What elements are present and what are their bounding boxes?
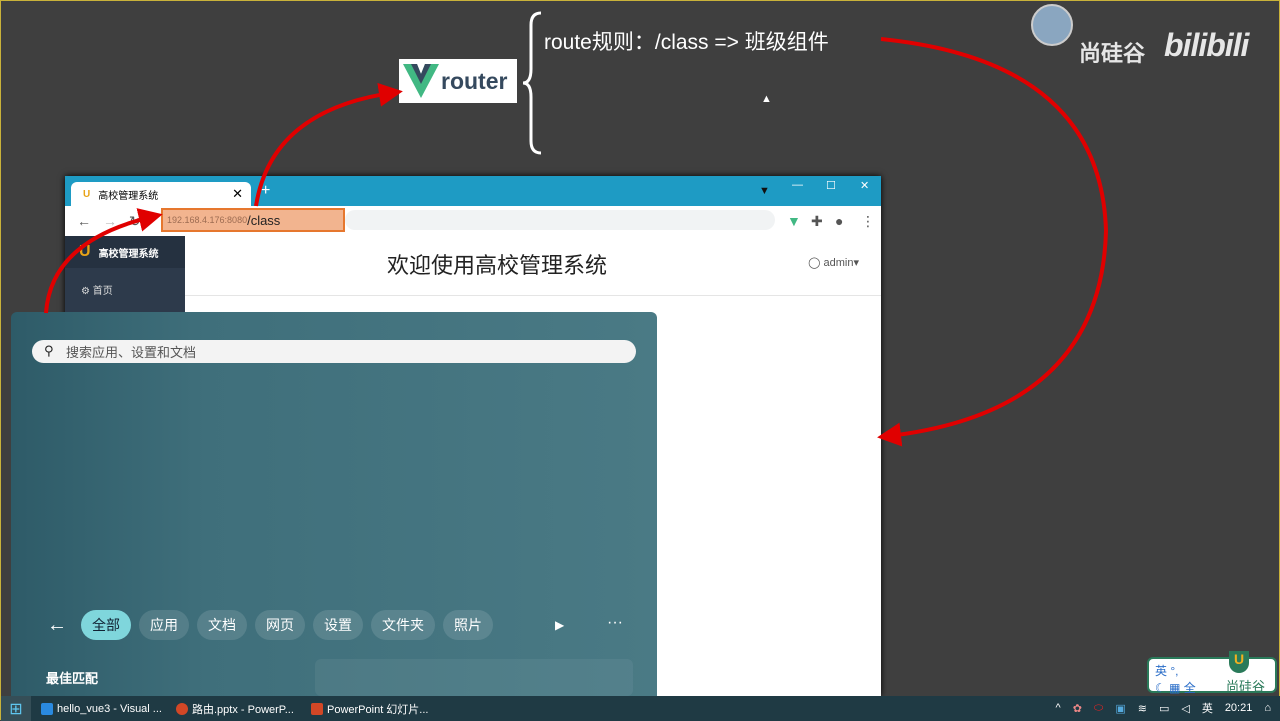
filter-web[interactable]: 网页 bbox=[255, 610, 305, 640]
filter-chips: ← 全部 应用 文档 网页 设置 文件夹 照片 bbox=[47, 610, 493, 640]
tray-app-icon[interactable]: ✿ bbox=[1073, 702, 1082, 715]
filter-docs[interactable]: 文档 bbox=[197, 610, 247, 640]
tray-record-icon[interactable]: ⬭ bbox=[1094, 702, 1103, 715]
reload-icon[interactable]: ↻ bbox=[129, 213, 141, 230]
tab-search-icon[interactable]: ▼ bbox=[759, 185, 770, 197]
app-logo-icon: U bbox=[79, 243, 91, 260]
app-header: 欢迎使用高校管理系统 ◯ admin▾ bbox=[185, 236, 881, 296]
tray-app2-icon[interactable]: ▣ bbox=[1115, 702, 1125, 715]
taskbar-vscode[interactable]: hello_vue3 - Visual ... bbox=[41, 702, 166, 715]
wifi-icon[interactable]: ≋ bbox=[1138, 702, 1147, 715]
filter-photos[interactable]: 照片 bbox=[443, 610, 493, 640]
curly-brace bbox=[522, 11, 542, 155]
tab-title: 高校管理系统 bbox=[98, 190, 159, 202]
tray-expand-icon[interactable]: ^ bbox=[1056, 702, 1061, 714]
vscode-icon bbox=[41, 702, 53, 715]
filter-folders[interactable]: 文件夹 bbox=[371, 610, 435, 640]
bilibili-logo: bilibili bbox=[1164, 27, 1249, 63]
volume-icon[interactable]: ◁ bbox=[1181, 702, 1189, 715]
maximize-button[interactable]: ☐ bbox=[826, 179, 836, 192]
notification-icon[interactable]: ⌂ bbox=[1264, 702, 1271, 714]
brand-watermark: 尚硅谷 bbox=[1079, 41, 1146, 66]
close-tab-icon[interactable]: ✕ bbox=[232, 186, 243, 202]
taskbar-pptx[interactable]: 路由.pptx - PowerP... bbox=[176, 701, 301, 717]
slideshow-icon bbox=[311, 702, 323, 715]
sidebar-header: U 高校管理系统 bbox=[65, 236, 185, 268]
forward-icon[interactable]: → bbox=[103, 213, 117, 229]
arrow-rule-to-page bbox=[877, 37, 1109, 447]
system-tray: ^ ✿ ⬭ ▣ ≋ ▭ ◁ 英 20:21 ⌂ bbox=[1056, 700, 1271, 716]
user-menu[interactable]: ◯ admin▾ bbox=[808, 256, 859, 269]
best-match-card[interactable] bbox=[315, 659, 633, 696]
route-rule-text: route规则：/class => 班级组件 bbox=[544, 31, 829, 54]
filter-apps[interactable]: 应用 bbox=[139, 610, 189, 640]
back-arrow-icon[interactable]: ← bbox=[47, 614, 67, 637]
taskbar-slideshow[interactable]: PowerPoint 幻灯片... bbox=[311, 701, 436, 717]
search-input[interactable]: ⚲ 搜索应用、设置和文档 bbox=[32, 340, 636, 363]
best-match-heading: 最佳匹配 bbox=[46, 671, 99, 686]
ime-brand: 尚硅谷 bbox=[1225, 679, 1265, 694]
profile-icon[interactable]: ● bbox=[835, 213, 843, 229]
router-logo-text: router bbox=[441, 67, 508, 94]
ime-logo-icon: U bbox=[1229, 651, 1249, 673]
favicon-icon: U bbox=[83, 188, 91, 200]
search-icon: ⚲ bbox=[44, 343, 54, 358]
close-window-button[interactable]: ✕ bbox=[860, 179, 869, 192]
page-title: 欢迎使用高校管理系统 bbox=[387, 253, 608, 278]
ime-toolbar[interactable]: 英 °, ☾ ▦ 全 U 尚硅谷 bbox=[1147, 651, 1277, 695]
start-menu-search: ⚲ 搜索应用、设置和文档 ← 全部 应用 文档 网页 设置 文件夹 照片 ▶ ··… bbox=[11, 312, 657, 696]
back-icon[interactable]: ← bbox=[77, 213, 91, 229]
battery-icon[interactable]: ▭ bbox=[1159, 702, 1169, 715]
windows-start-icon[interactable]: ⊞ bbox=[1, 696, 31, 721]
clock[interactable]: 20:21 bbox=[1225, 702, 1253, 714]
tab-bar: U 高校管理系统 ✕ + ▼ — ☐ ✕ bbox=[65, 176, 881, 206]
more-filters-play-icon[interactable]: ▶ bbox=[555, 618, 564, 632]
vue-logo-icon bbox=[403, 64, 439, 98]
filter-all[interactable]: 全部 bbox=[81, 610, 131, 640]
vue-router-logo: router bbox=[399, 59, 517, 103]
language-indicator[interactable]: 英 bbox=[1202, 700, 1213, 716]
mouse-cursor-icon: ▲ bbox=[761, 93, 772, 105]
browser-tab[interactable]: U 高校管理系统 ✕ bbox=[71, 182, 251, 206]
sidebar-item-home[interactable]: ⚙ 首页 bbox=[65, 268, 185, 297]
more-options-icon[interactable]: ··· bbox=[607, 614, 623, 632]
minimize-button[interactable]: — bbox=[792, 179, 803, 191]
url-field[interactable]: 192.168.4.176:8080/class bbox=[161, 208, 345, 232]
extensions-icon[interactable]: ✚ bbox=[811, 213, 823, 230]
presenter-avatar bbox=[1031, 4, 1073, 46]
filter-settings[interactable]: 设置 bbox=[313, 610, 363, 640]
address-bar: ← → ↻ 192.168.4.176:8080/class ▼ ✚ ● ⋮ bbox=[65, 206, 881, 236]
taskbar: ⊞ hello_vue3 - Visual ... 路由.pptx - Powe… bbox=[1, 696, 1280, 721]
menu-icon[interactable]: ⋮ bbox=[861, 213, 875, 230]
vue-devtools-icon[interactable]: ▼ bbox=[787, 213, 801, 229]
new-tab-button[interactable]: + bbox=[261, 182, 270, 200]
omnibox[interactable] bbox=[345, 210, 775, 230]
powerpoint-icon bbox=[176, 702, 188, 715]
